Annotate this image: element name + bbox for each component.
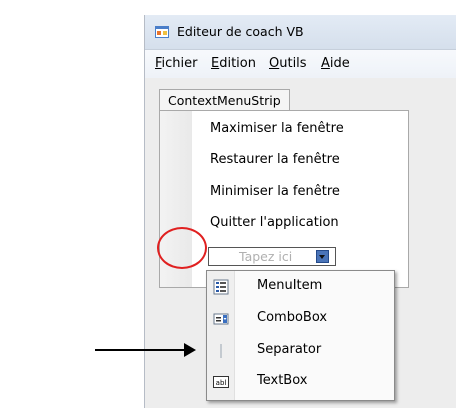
menu-bar: Fichier Edition Outils Aide bbox=[145, 50, 456, 78]
dropdown-item-textbox[interactable]: abl TextBox bbox=[207, 367, 394, 396]
menuitem-icon bbox=[213, 279, 229, 295]
item-type-dropdown: MenuItem ComboBox Separator abl TextBox bbox=[206, 270, 395, 401]
pointer-arrow-shaft bbox=[95, 349, 185, 351]
dropdown-item-label: Separator bbox=[257, 342, 322, 357]
dropdown-item-combobox[interactable]: ComboBox bbox=[207, 304, 394, 333]
dropdown-item-separator[interactable]: Separator bbox=[207, 336, 394, 365]
menu-item-minimiser[interactable]: Minimiser la fenêtre bbox=[210, 184, 340, 199]
menu-fichier[interactable]: Fichier bbox=[155, 56, 198, 71]
type-here-box[interactable]: Tapez ici bbox=[208, 247, 336, 266]
type-here-placeholder: Tapez ici bbox=[239, 249, 293, 264]
dropdown-item-label: ComboBox bbox=[257, 310, 328, 325]
textbox-icon: abl bbox=[213, 374, 229, 390]
dropdown-item-label: MenuItem bbox=[257, 278, 323, 293]
menu-aide-mnemonic: A bbox=[321, 56, 330, 71]
separator-icon bbox=[213, 343, 229, 359]
vb-form-icon bbox=[155, 26, 169, 38]
combobox-icon bbox=[213, 311, 229, 327]
menu-fichier-label: ichier bbox=[161, 56, 198, 71]
dropdown-item-menuitem[interactable]: MenuItem bbox=[207, 272, 394, 301]
menu-aide-label: ide bbox=[329, 56, 350, 71]
window-title: Editeur de coach VB bbox=[177, 24, 304, 39]
pointer-arrow-icon bbox=[184, 343, 196, 357]
menu-outils[interactable]: Outils bbox=[269, 56, 307, 71]
menu-outils-mnemonic: O bbox=[269, 56, 280, 71]
menu-item-quitter[interactable]: Quitter l'application bbox=[210, 215, 339, 230]
context-menu-strip-tab[interactable]: ContextMenuStrip bbox=[159, 89, 290, 112]
menu-edition-label: dition bbox=[219, 56, 256, 71]
highlight-circle bbox=[157, 227, 207, 269]
menu-edition-mnemonic: E bbox=[211, 56, 220, 71]
title-bar: Editeur de coach VB bbox=[145, 15, 456, 50]
menu-outils-label: utils bbox=[279, 56, 307, 71]
menu-aide[interactable]: Aide bbox=[321, 56, 350, 71]
menu-edition[interactable]: Edition bbox=[211, 56, 256, 71]
menu-item-maximiser[interactable]: Maximiser la fenêtre bbox=[210, 121, 344, 136]
dropdown-arrow-icon[interactable] bbox=[316, 250, 329, 263]
menu-item-restaurer[interactable]: Restaurer la fenêtre bbox=[210, 152, 340, 167]
textbox-icon-label: abl bbox=[216, 379, 227, 387]
dropdown-item-label: TextBox bbox=[257, 373, 308, 388]
